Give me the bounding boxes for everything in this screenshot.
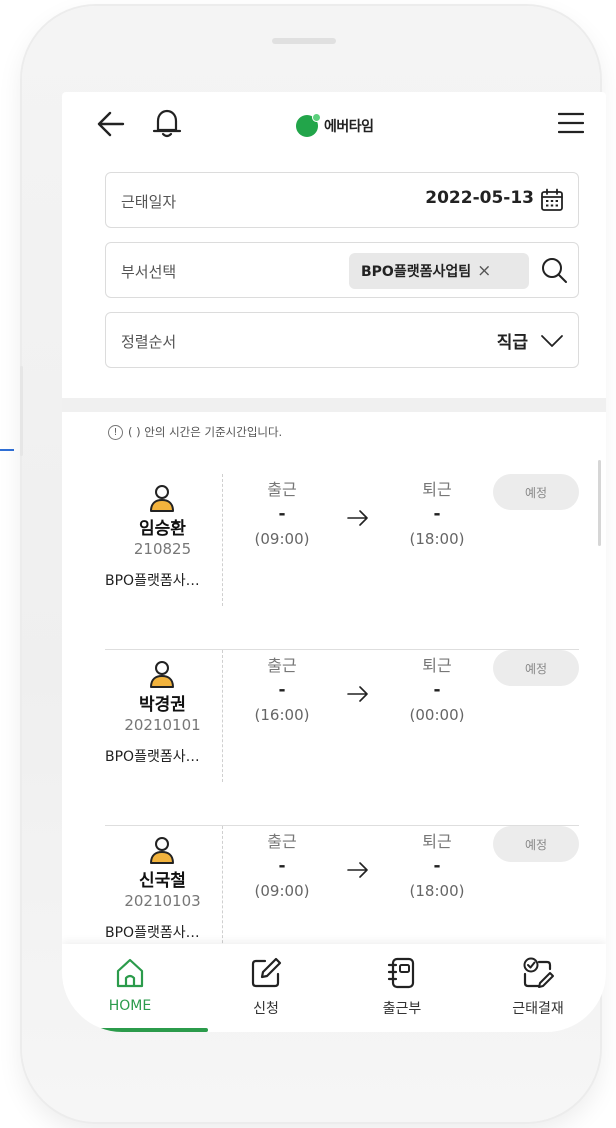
department-filter-label: 부서선택 [121,263,177,281]
arrow-right-icon [347,862,368,878]
employee-name: 박경권 [139,695,186,715]
check-in-value: - [278,504,286,524]
app-screen: 에버타임 근태일자 2022-05-13 부서선택 BPO플랫폼사업팀 × 정렬… [62,92,606,1032]
nav-label-home: HOME [108,998,152,1014]
back-arrow-icon[interactable] [96,110,126,138]
nav-item-approval[interactable]: 근태결재 [470,944,606,1032]
check-out-label: 퇴근 [422,832,452,851]
active-tab-indicator [96,1028,208,1032]
employee-department: BPO플랫폼사… [105,925,200,941]
left-edge-marker [0,449,14,451]
phone-side-button [20,366,23,456]
logo-text: 에버타임 [324,119,374,135]
nav-label-attendance-book: 출근부 [382,1001,422,1017]
column-divider [222,650,223,782]
check-out-value: - [433,856,441,876]
calendar-icon[interactable] [540,188,564,212]
bell-icon[interactable] [150,106,184,140]
chip-remove-icon[interactable]: × [477,262,491,280]
check-in-scheduled-time: (09:00) [254,882,310,900]
notice-text: ( ) 안의 시간은 기준시간입니다. [128,425,283,439]
status-badge: 예정 [493,474,579,510]
list-scrollbar[interactable] [598,460,601,546]
employee-row[interactable]: 박경권 20210101 BPO플랫폼사… 출근 - (16:00) 퇴근 - … [105,650,579,826]
employee-id: 210825 [133,540,192,558]
employee-row[interactable]: 임승환 210825 BPO플랫폼사… 출근 - (09:00) 퇴근 - (1… [105,474,579,650]
nav-item-request[interactable]: 신청 [198,944,334,1032]
section-divider [62,398,606,412]
check-out-label: 퇴근 [422,656,452,675]
employee-department: BPO플랫폼사… [105,749,200,765]
employee-id: 20210101 [124,716,201,734]
check-in-label: 출근 [267,832,297,851]
check-out-value: - [433,504,441,524]
column-divider [222,826,223,958]
department-chip-label: BPO플랫폼사업팀 [361,264,472,280]
check-out-scheduled-time: (18:00) [409,530,465,548]
date-filter-label: 근태일자 [121,193,177,211]
person-icon [150,837,174,864]
check-out-scheduled-time: (00:00) [409,706,465,724]
check-in-scheduled-time: (09:00) [254,530,310,548]
app-header: 에버타임 [62,92,606,156]
arrow-right-icon [347,686,368,702]
approval-icon [523,957,554,988]
date-value[interactable]: 2022-05-13 [425,188,534,208]
sort-value[interactable]: 직급 [497,328,528,353]
search-icon[interactable] [540,256,568,284]
person-icon [150,661,174,688]
check-in-scheduled-time: (16:00) [254,706,310,724]
status-badge: 예정 [493,826,579,862]
check-in-label: 출근 [267,656,297,675]
status-badge: 예정 [493,650,579,686]
check-in-value: - [278,856,286,876]
check-in-label: 출근 [267,480,297,499]
check-out-label: 퇴근 [422,480,452,499]
date-filter[interactable]: 근태일자 2022-05-13 [105,172,579,228]
sort-order-filter[interactable]: 정렬순서 직급 [105,312,579,368]
nav-item-attendance-book[interactable]: 출근부 [334,944,470,1032]
nav-item-home[interactable]: HOME [62,944,198,1032]
check-out-value: - [433,680,441,700]
notebook-icon [387,957,415,989]
employee-id: 20210103 [124,892,201,910]
phone-frame: 에버타임 근태일자 2022-05-13 부서선택 BPO플랫폼사업팀 × 정렬… [20,6,606,1122]
sort-filter-label: 정렬순서 [121,333,177,351]
check-out-scheduled-time: (18:00) [409,882,465,900]
time-basis-notice: ! ( ) 안의 시간은 기준시간입니다. [108,424,282,440]
column-divider [222,474,223,606]
edit-icon [251,957,282,988]
check-in-value: - [278,680,286,700]
employee-name: 신국철 [139,871,186,891]
nav-label-approval: 근태결재 [512,1001,564,1017]
home-icon [116,958,144,988]
bottom-navigation: HOME 신청 출근부 근태결재 [62,944,606,1032]
logo-mark-icon [296,113,321,137]
chevron-down-icon[interactable] [540,333,564,349]
person-icon [150,485,174,512]
department-filter: 부서선택 BPO플랫폼사업팀 × [105,242,579,298]
employee-name: 임승환 [139,519,186,539]
info-icon: ! [108,424,123,440]
department-chip[interactable]: BPO플랫폼사업팀 × [349,253,529,289]
app-logo: 에버타임 [296,112,374,140]
employee-department: BPO플랫폼사… [105,573,200,589]
nav-label-request: 신청 [253,1001,279,1017]
arrow-right-icon [347,510,368,526]
phone-speaker [272,38,336,44]
hamburger-menu-icon[interactable] [558,112,584,134]
